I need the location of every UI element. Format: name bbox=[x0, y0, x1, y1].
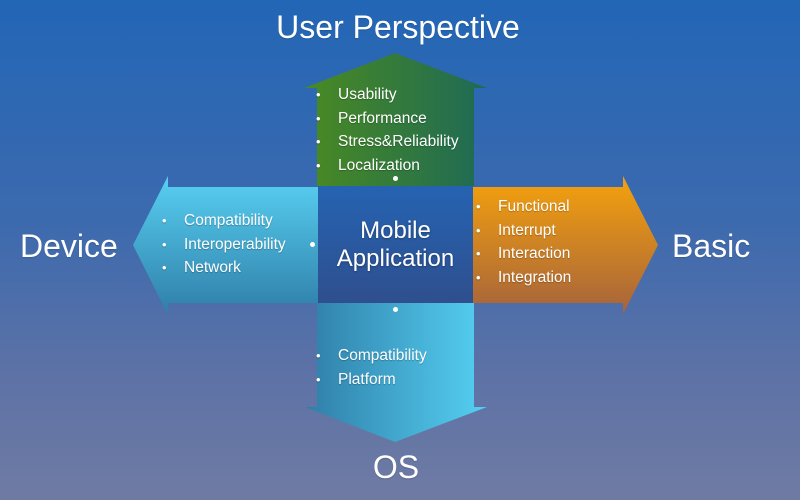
list-item: Stress&Reliability bbox=[316, 130, 459, 154]
center-title-line2: Application bbox=[336, 244, 455, 272]
center-title: Mobile Application bbox=[318, 186, 473, 303]
list-item: Performance bbox=[316, 107, 459, 131]
list-item: Network bbox=[162, 256, 286, 280]
center-title-line1: Mobile bbox=[360, 216, 431, 244]
list-item: Functional bbox=[476, 195, 571, 219]
label-device: Device bbox=[20, 228, 118, 264]
list-item: Usability bbox=[316, 83, 459, 107]
list-item: Interoperability bbox=[162, 233, 286, 257]
label-os: OS bbox=[372, 449, 420, 485]
connector-dot-top bbox=[393, 176, 398, 181]
connector-dot-left bbox=[310, 242, 315, 247]
list-item: Compatibility bbox=[162, 209, 286, 233]
list-item: Interaction bbox=[476, 242, 571, 266]
list-item: Interrupt bbox=[476, 219, 571, 243]
connector-dot-bottom bbox=[393, 307, 398, 312]
label-user-perspective: User Perspective bbox=[276, 9, 520, 45]
list-item: Compatibility bbox=[316, 344, 427, 368]
user-perspective-list: Usability Performance Stress&Reliability… bbox=[316, 83, 459, 177]
list-item: Integration bbox=[476, 266, 571, 290]
list-item: Platform bbox=[316, 368, 427, 392]
basic-list: Functional Interrupt Interaction Integra… bbox=[476, 195, 571, 289]
label-basic: Basic bbox=[672, 228, 751, 264]
os-list: Compatibility Platform bbox=[316, 344, 427, 391]
list-item: Localization bbox=[316, 154, 459, 178]
device-list: Compatibility Interoperability Network bbox=[162, 209, 286, 280]
